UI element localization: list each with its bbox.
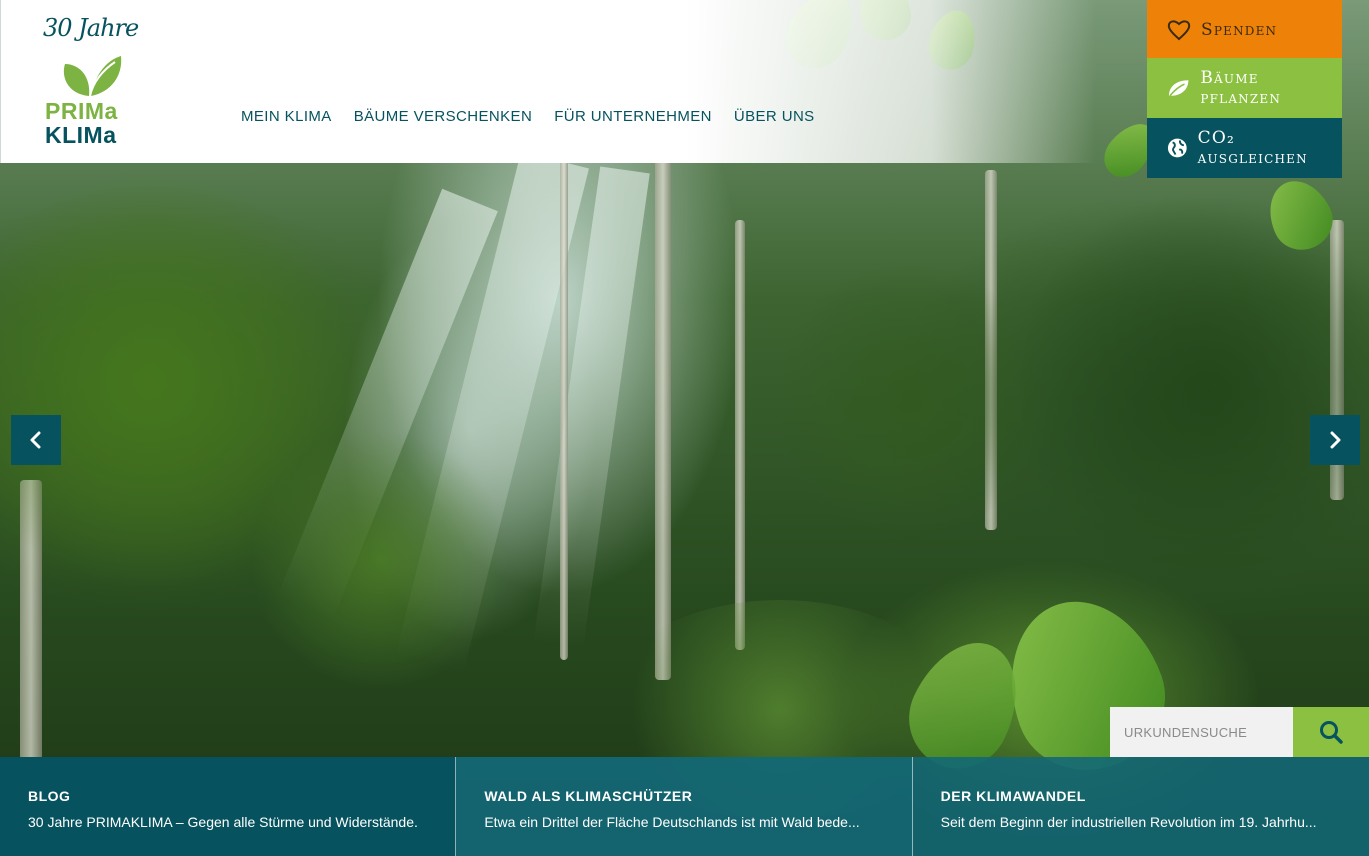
teaser-title: WALD ALS KLIMASCHÜTZER (484, 788, 693, 804)
foliage (780, 250, 1040, 550)
logo-wordmark-klima: KLIMa (45, 122, 117, 148)
teaser-title: BLOG (28, 788, 71, 804)
teaser-text: Etwa ein Drittel der Fläche Deutschlands… (484, 814, 860, 830)
logo-wordmark-prima: PRIMa (45, 98, 118, 124)
nav-item-baeume-verschenken[interactable]: BÄUME VERSCHENKEN (354, 108, 533, 125)
tree-trunk (560, 160, 568, 660)
search-icon (1320, 721, 1343, 744)
logo[interactable]: 30 Jahre PRIMa KLIMa (41, 14, 141, 148)
carousel-next-button[interactable] (1310, 415, 1360, 465)
nav-item-mein-klima[interactable]: MEIN KLIMA (241, 108, 332, 125)
tree-trunk (735, 220, 745, 650)
teaser-blog[interactable]: BLOG 30 Jahre PRIMAKLIMA – Gegen alle St… (0, 757, 457, 856)
globe-icon (1167, 138, 1187, 158)
urkundensuche-input[interactable] (1110, 707, 1293, 757)
nav-item-ueber-uns[interactable]: ÜBER UNS (734, 108, 815, 125)
carousel-prev-button[interactable] (11, 415, 61, 465)
teaser-der-klimawandel[interactable]: DER KLIMAWANDEL Seit dem Beginn der indu… (912, 757, 1369, 856)
chevron-left-icon (30, 431, 41, 449)
leaf-icon (1168, 80, 1189, 97)
foliage (250, 430, 510, 690)
tree-trunk (655, 160, 671, 680)
heart-icon (1167, 20, 1191, 41)
main-nav: MEIN KLIMA BÄUME VERSCHENKEN FÜR UNTERNE… (241, 108, 815, 125)
spenden-button[interactable]: Spenden (1147, 0, 1342, 60)
teaser-title: DER KLIMAWANDEL (940, 788, 1086, 804)
logo-leaf-icon (63, 56, 122, 97)
co2-ausgleichen-button[interactable]: CO₂ ausgleichen (1147, 118, 1342, 178)
nav-item-fuer-unternehmen[interactable]: FÜR UNTERNEHMEN (554, 108, 712, 125)
teaser-text: 30 Jahre PRIMAKLIMA – Gegen alle Stürme … (28, 814, 418, 830)
teaser-strip: BLOG 30 Jahre PRIMAKLIMA – Gegen alle St… (0, 757, 1369, 856)
logo-anniversary: 30 Jahre (43, 14, 139, 42)
spenden-label: Spenden (1201, 20, 1278, 40)
co2-ausgleichen-label: CO₂ ausgleichen (1197, 128, 1308, 168)
teaser-text: Seit dem Beginn der industriellen Revolu… (940, 814, 1317, 830)
teaser-wald-als-klimaschuetzer[interactable]: WALD ALS KLIMASCHÜTZER Etwa ein Drittel … (456, 757, 913, 856)
search-button[interactable] (1293, 707, 1369, 757)
chevron-right-icon (1330, 431, 1341, 449)
baeume-pflanzen-label: Bäume pflanzen (1200, 68, 1282, 108)
baeume-pflanzen-button[interactable]: Bäume pflanzen (1147, 58, 1342, 118)
